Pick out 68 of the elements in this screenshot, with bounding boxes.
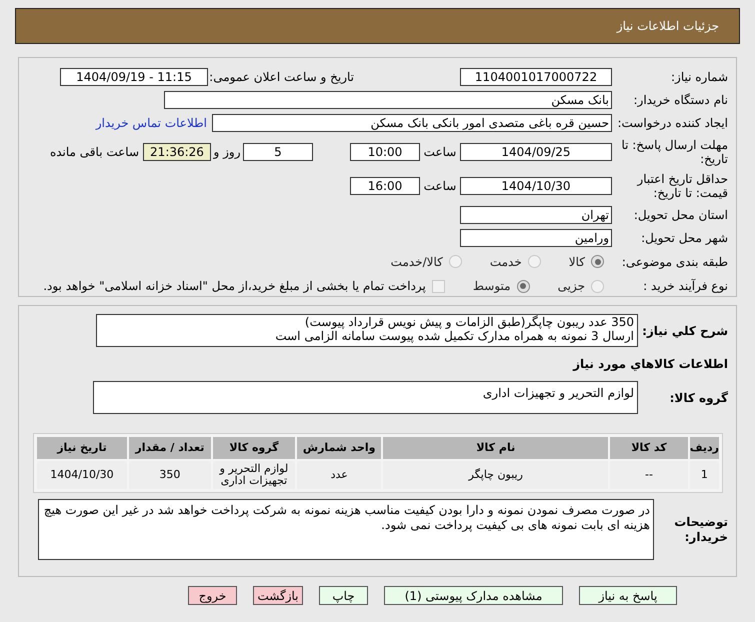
action-button[interactable]: پاسخ به نیاز — [579, 586, 677, 605]
contact-link[interactable]: اطلاعات تماس خریدار — [96, 114, 207, 132]
column-header: کد کالا — [610, 437, 688, 459]
text-area[interactable]: لوازم التحریر و تجهیزات اداری — [93, 381, 638, 414]
table-cell: 350 — [128, 461, 211, 489]
table-cell: ریبون چاپگر — [383, 461, 608, 489]
input-field[interactable]: 1404/10/30 — [460, 177, 612, 196]
action-button[interactable]: مشاهده مدارک پیوستی (1) — [384, 586, 563, 605]
field-label: توضیحات خریدار: — [673, 514, 728, 544]
input-field[interactable]: 1404/09/19 - 11:15 — [60, 68, 208, 86]
column-header: تاریخ نیاز — [37, 437, 127, 459]
text-area[interactable]: در صورت مصرف نمودن نمونه و دارا بودن کیفیت مناسب هزینه نمونه به شرکت پرداخت خواهد شد در غیر این صورت هیچ هزینه ای بابت نمونه های بی کیفیت پرداخت نمی شود. — [38, 499, 654, 560]
input-field[interactable]: 5 — [243, 142, 313, 161]
option-label: جزیی — [558, 278, 585, 296]
text-line: 350 عدد ریبون چاپگر(طبق الزامات و پیش نویس قرارداد پیوست) — [304, 315, 634, 329]
input-field[interactable]: 1404/09/25 — [460, 142, 612, 161]
input-field[interactable]: حسین قره باغی متصدی امور بانکی بانک مسکن — [212, 114, 612, 132]
days-label: روز و — [212, 144, 242, 161]
time-label: ساعت — [422, 178, 458, 196]
input-field[interactable]: بانک مسکن — [164, 91, 612, 109]
field-label: نام دستگاه خریدار: — [632, 93, 728, 107]
field-label: ایجاد کننده درخواست: — [616, 116, 728, 130]
field-label: استان محل تحویل: — [632, 208, 728, 222]
action-button[interactable]: خروج — [188, 586, 237, 605]
column-header: تعداد / مقدار — [128, 437, 211, 459]
input-field[interactable]: ورامین — [460, 228, 612, 247]
input-field[interactable]: 21:36:26 — [143, 142, 211, 161]
page-title: جزئیات اطلاعات نیاز — [616, 18, 719, 35]
radio-button[interactable] — [528, 255, 541, 268]
table-cell: 1 — [690, 461, 719, 489]
radio-button[interactable] — [516, 280, 530, 293]
input-field[interactable]: تهران — [460, 206, 612, 224]
option-label: متوسط — [472, 278, 511, 296]
option-label: خدمت — [490, 254, 522, 271]
field-label: طبقه بندی موضوعی: — [620, 254, 728, 269]
option-label: کالا — [568, 254, 585, 271]
field-label: مهلت ارسال پاسخ: تا تاریخ: — [620, 138, 728, 166]
column-header: ردیف — [690, 437, 719, 459]
table-cell: -- — [610, 461, 688, 489]
input-field[interactable]: 1104001017000722 — [460, 68, 612, 86]
radio-button[interactable] — [448, 255, 462, 268]
action-button[interactable]: چاپ — [319, 586, 368, 605]
checkbox[interactable] — [432, 280, 445, 293]
field-label: تاریخ و ساعت اعلان عمومی: — [208, 70, 354, 84]
field-label: شماره نیاز: — [670, 70, 728, 84]
field-label: شرح کلي نیاز: — [641, 323, 728, 340]
column-header: گروه کالا — [212, 437, 296, 459]
table-cell: 1404/10/30 — [37, 461, 127, 489]
field-label: گروه کالا: — [668, 390, 728, 406]
field-label: شهر محل تحویل: — [640, 230, 728, 245]
text-area[interactable]: 350 عدد ریبون چاپگر(طبق الزامات و پیش نویس قرارداد پیوست) ارسال 3 نمونه به همراه مدارک تکمیل شده پیوست سامانه الزامی است — [96, 314, 638, 347]
column-header: نام کالا — [383, 437, 608, 459]
section-title: اطلاعات کالاهاي مورد نیاز — [572, 356, 728, 373]
option-label: کالا/خدمت — [390, 254, 443, 271]
field-label: نوع فرآیند خرید : — [642, 279, 728, 294]
action-button[interactable]: بازگشت — [253, 586, 303, 605]
table-cell: لوازم التحریر و تجهیزات اداری — [212, 461, 296, 489]
radio-button[interactable] — [591, 280, 604, 293]
remaining-label: ساعت باقی مانده — [50, 144, 139, 161]
field-label: حداقل تاریخ اعتبار قیمت: تا تاریخ: — [636, 172, 728, 200]
input-field[interactable]: 10:00 — [350, 142, 420, 161]
checkbox-label: پرداخت تمام یا بخشی از مبلغ خرید،از محل "اسناد خزانه اسلامی" خواهد بود. — [43, 278, 426, 296]
text-line: ارسال 3 نمونه به همراه مدارک تکمیل شده پیوست سامانه الزامی است — [274, 329, 634, 343]
column-header: واحد شمارش — [297, 437, 382, 459]
radio-button[interactable] — [591, 255, 604, 268]
input-field[interactable]: 16:00 — [350, 177, 420, 196]
table-cell: عدد — [297, 461, 382, 489]
time-label: ساعت — [422, 144, 458, 161]
